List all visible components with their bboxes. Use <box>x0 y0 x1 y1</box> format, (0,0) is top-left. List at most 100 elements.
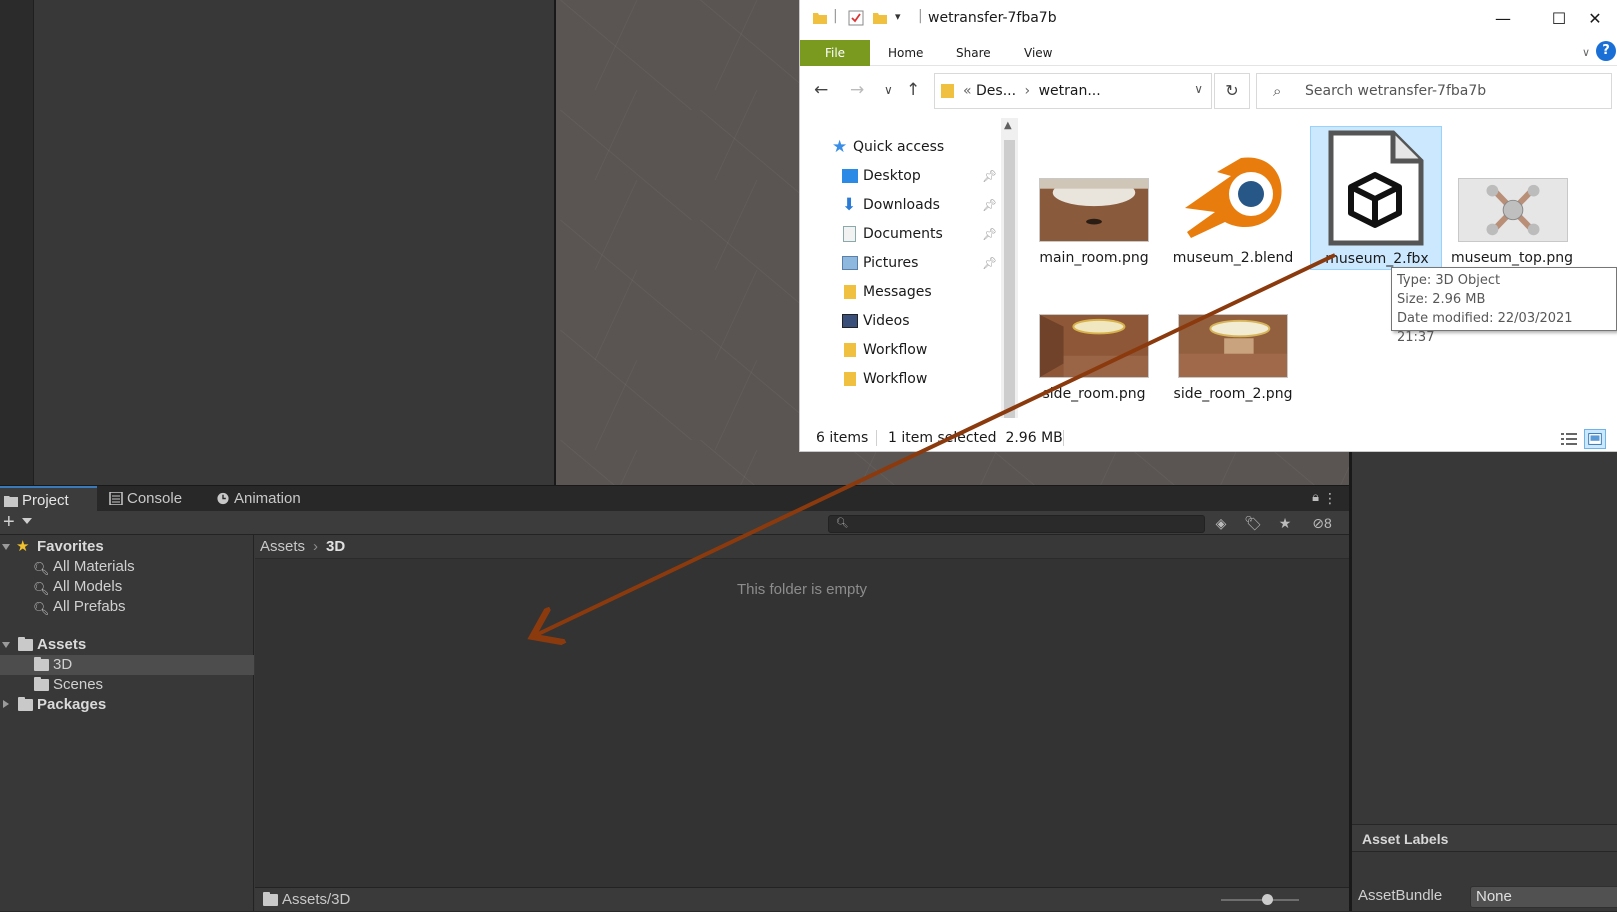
nav-downloads[interactable]: ⬇ Downloads 📌︎ <box>800 190 1000 220</box>
address-segment[interactable]: Des... <box>976 83 1016 99</box>
tab-console[interactable]: Console <box>105 486 205 512</box>
project-content-area[interactable]: Assets › 3D This folder is empty Assets/3D <box>255 535 1349 911</box>
folder-open-icon <box>18 637 33 651</box>
address-segment[interactable]: wetran... <box>1039 83 1101 99</box>
hidden-packages-toggle[interactable]: ⊘8 <box>1305 514 1339 532</box>
collapse-arrow-icon[interactable] <box>3 700 9 708</box>
pin-icon[interactable]: 📌︎ <box>982 190 997 220</box>
pin-icon[interactable]: 📌︎ <box>982 161 997 191</box>
tree-all-prefabs[interactable]: 🔍︎ All Prefabs <box>0 597 254 617</box>
help-icon[interactable]: ? <box>1596 41 1616 61</box>
tree-favorites[interactable]: ★ Favorites <box>0 537 254 557</box>
image-thumbnail <box>1039 314 1149 378</box>
eye-slash-icon: ⊘ <box>1312 515 1324 531</box>
toolbar-strip <box>0 0 34 485</box>
icon-size-slider[interactable] <box>1221 899 1299 901</box>
lock-icon[interactable]: 🔒︎ <box>1312 489 1319 505</box>
file-item[interactable]: side_room.png <box>1028 270 1160 414</box>
up-arrow-icon[interactable]: ↑ <box>906 80 920 100</box>
tree-assets[interactable]: Assets <box>0 635 254 655</box>
file-item[interactable]: museum_top.png <box>1446 126 1578 270</box>
tree-folder-scenes[interactable]: Scenes <box>0 675 254 695</box>
search-icon: ⌕ <box>1273 82 1282 100</box>
details-view-icon[interactable] <box>1558 429 1580 449</box>
breadcrumb: Assets › 3D <box>255 535 1349 559</box>
blender-icon <box>1185 157 1282 238</box>
nav-scrollbar[interactable]: ▲ <box>1001 118 1018 418</box>
nav-videos[interactable]: Videos <box>800 306 1000 336</box>
asset-labels-header[interactable]: Asset Labels <box>1352 824 1617 852</box>
tab-project[interactable]: Project <box>0 486 97 512</box>
project-folder-tree: ★ Favorites 🔍︎ All Materials 🔍︎ All Mode… <box>0 535 254 911</box>
folder-icon <box>34 657 49 671</box>
tab-view[interactable]: View <box>1010 40 1066 66</box>
favorite-star-icon[interactable]: ★ <box>1275 514 1295 532</box>
tab-home[interactable]: Home <box>874 40 937 66</box>
nav-label: Videos <box>863 313 910 329</box>
breadcrumb-current[interactable]: 3D <box>326 538 345 555</box>
refresh-button[interactable]: ↻ <box>1214 73 1250 109</box>
forward-arrow-icon[interactable]: → <box>850 80 864 100</box>
add-asset-button[interactable]: + <box>3 511 15 533</box>
clock-icon <box>217 492 229 505</box>
breadcrumb-assets[interactable]: Assets <box>260 538 305 555</box>
assetbundle-dropdown[interactable]: None <box>1470 886 1617 908</box>
tree-packages[interactable]: Packages <box>0 695 254 715</box>
project-search-input[interactable]: 🔍︎ <box>828 515 1205 533</box>
scroll-up-arrow-icon[interactable]: ▲ <box>1004 120 1012 131</box>
file-item-selected[interactable]: museum_2.fbx <box>1310 126 1442 270</box>
search-placeholder: Search wetransfer-7fba7b <box>1305 83 1487 99</box>
pin-icon[interactable]: 📌︎ <box>982 219 997 249</box>
overflow-chevron-icon[interactable]: « <box>963 83 972 99</box>
nav-workflow[interactable]: Workflow <box>800 364 1000 394</box>
tab-console-label: Console <box>127 490 183 507</box>
ribbon-tabs: File Home Share View ∨ ? <box>800 38 1617 66</box>
file-item[interactable]: main_room.png <box>1028 126 1160 270</box>
expand-arrow-icon[interactable] <box>2 544 10 550</box>
tab-file[interactable]: File <box>800 40 870 66</box>
address-bar[interactable]: « Des... › wetran... ∨ <box>934 73 1212 109</box>
back-arrow-icon[interactable]: ← <box>814 80 828 100</box>
chevron-down-icon[interactable]: ∨ <box>1194 82 1203 96</box>
nav-pictures[interactable]: Pictures 📌︎ <box>800 248 1000 278</box>
folder-icon <box>941 84 954 98</box>
file-item[interactable]: side_room_2.png <box>1167 270 1299 414</box>
large-icons-view-icon[interactable] <box>1584 429 1606 449</box>
explorer-search-input[interactable]: ⌕ Search wetransfer-7fba7b <box>1256 73 1612 109</box>
nav-messages[interactable]: Messages <box>800 277 1000 307</box>
customize-toolbar-chevron-icon[interactable]: ▾ <box>895 10 901 23</box>
properties-checkmark-icon[interactable] <box>848 10 864 26</box>
nav-workflow[interactable]: Workflow <box>800 335 1000 365</box>
tree-folder-3d[interactable]: 3D <box>0 655 254 675</box>
footer-path: Assets/3D <box>282 891 351 908</box>
nav-desktop[interactable]: Desktop 📌︎ <box>800 161 1000 191</box>
tab-share[interactable]: Share <box>942 40 1005 66</box>
nav-quick-access[interactable]: ★ Quick access <box>800 132 1000 162</box>
new-folder-icon[interactable] <box>872 10 888 26</box>
pin-icon[interactable]: 📌︎ <box>982 248 997 278</box>
nav-documents[interactable]: Documents 📌︎ <box>800 219 1000 249</box>
label-tag-icon[interactable]: 🏷︎ <box>1243 514 1263 532</box>
file-name: main_room.png <box>1039 250 1149 266</box>
title-bar[interactable]: | ▾ | wetransfer-7fba7b — ☐ ✕ <box>800 0 1617 38</box>
search-icon: 🔍︎ <box>33 581 50 596</box>
tree-all-models[interactable]: 🔍︎ All Models <box>0 577 254 597</box>
tree-favorites-label: Favorites <box>37 538 104 555</box>
image-thumbnail <box>1178 314 1288 378</box>
selected-count: 1 item selected <box>888 430 997 446</box>
tree-item-label: All Prefabs <box>53 598 126 615</box>
search-by-type-icon[interactable]: ◈ <box>1211 514 1231 532</box>
recent-locations-chevron-icon[interactable]: ∨ <box>884 83 893 97</box>
chevron-down-icon[interactable] <box>22 518 32 524</box>
close-button[interactable]: ✕ <box>1572 4 1617 34</box>
tree-all-materials[interactable]: 🔍︎ All Materials <box>0 557 254 577</box>
slider-handle[interactable] <box>1262 894 1273 905</box>
expand-ribbon-chevron-icon[interactable]: ∨ <box>1582 46 1590 59</box>
scrollbar-thumb[interactable] <box>1004 140 1015 418</box>
kebab-menu-icon[interactable]: ⋮ <box>1323 490 1337 507</box>
expand-arrow-icon[interactable] <box>2 642 10 648</box>
file-item[interactable]: museum_2.blend <box>1167 126 1299 270</box>
minimize-button[interactable]: — <box>1480 4 1526 34</box>
address-path: « Des... › wetran... <box>963 83 1101 99</box>
tab-animation[interactable]: Animation <box>212 486 322 512</box>
